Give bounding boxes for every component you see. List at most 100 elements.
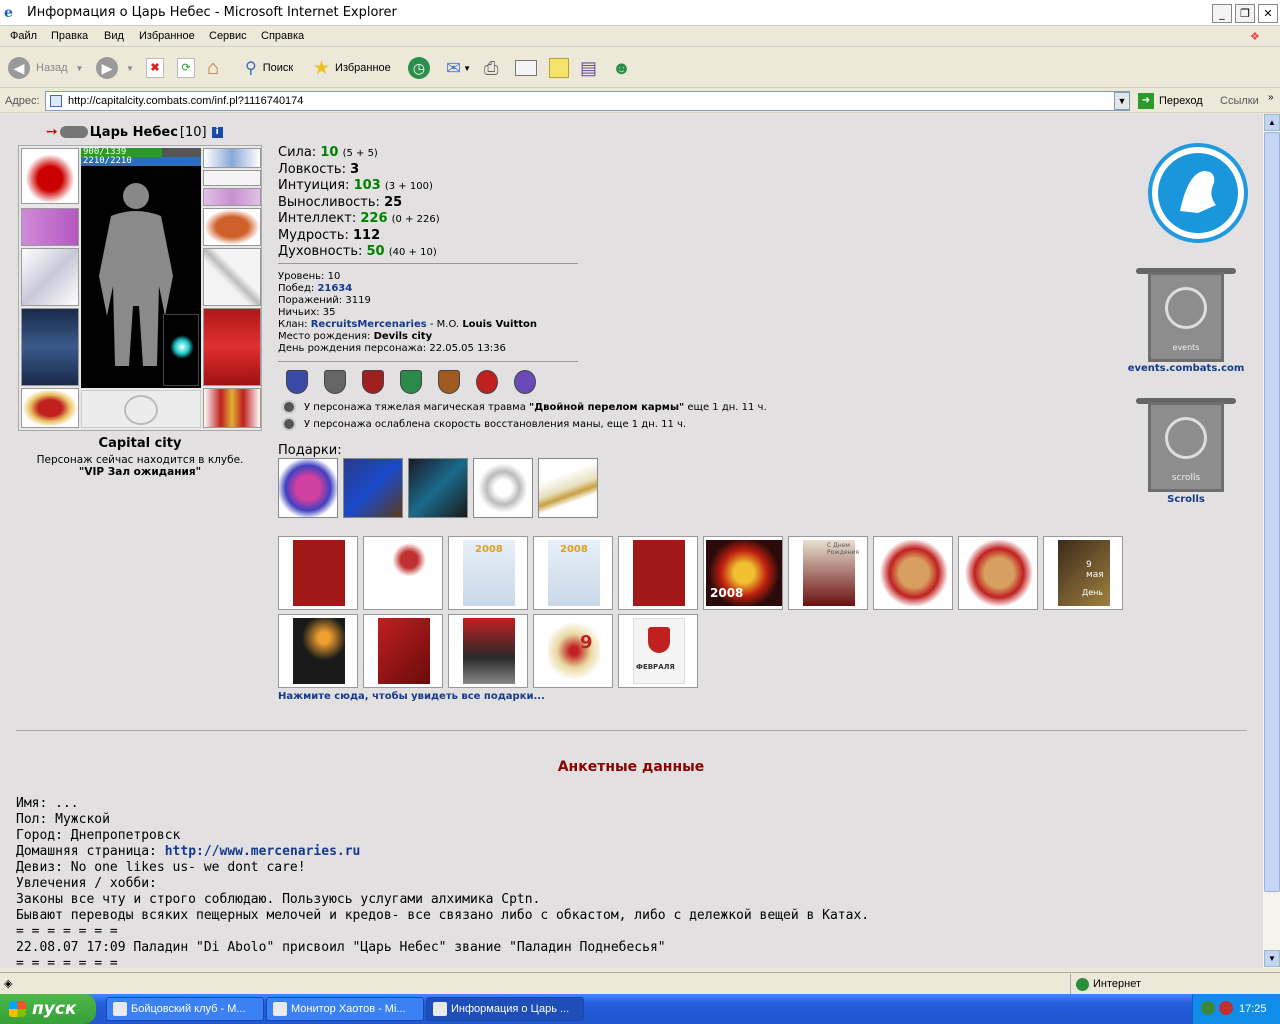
refresh-button[interactable]: ⟳ (177, 56, 195, 80)
card[interactable] (278, 614, 358, 688)
close-button[interactable]: ✕ (1258, 4, 1278, 23)
home-button[interactable]: ⌂ (207, 56, 219, 80)
card[interactable]: 9 мая День (1043, 536, 1123, 610)
menu-help[interactable]: Справка (261, 30, 304, 42)
card[interactable] (278, 536, 358, 610)
card[interactable] (363, 614, 443, 688)
belt-slot[interactable] (21, 388, 79, 428)
address-dropdown-icon[interactable]: ▼ (1114, 92, 1130, 110)
city-name: Capital city (98, 436, 182, 451)
weapon-left-slot[interactable] (21, 248, 79, 306)
mail-button[interactable]: ✉ ▼ (446, 56, 471, 80)
start-button[interactable]: пуск (0, 994, 96, 1024)
messenger-button[interactable]: ☻ (612, 56, 631, 80)
tray-icon[interactable] (1219, 1001, 1233, 1015)
armor-slot[interactable] (21, 308, 79, 386)
card[interactable]: 2008 (703, 536, 783, 610)
tray-icon[interactable] (1201, 1001, 1215, 1015)
forward-dropdown-icon[interactable]: ▼ (126, 64, 134, 73)
history-button[interactable]: ◷ (408, 56, 430, 80)
vertical-scrollbar[interactable]: ▲ ▼ (1262, 114, 1280, 968)
badge-icon[interactable] (400, 370, 422, 394)
events-link[interactable]: events.combats.com (1116, 363, 1256, 374)
rings-slot[interactable] (21, 208, 79, 246)
links-button[interactable]: Ссылки (1220, 95, 1259, 107)
go-button[interactable]: ➜ Переход (1138, 93, 1203, 109)
see-all-gifts-link[interactable]: Нажмите сюда, чтобы увидеть все подарки.… (278, 691, 545, 702)
menu-tools[interactable]: Сервис (209, 30, 247, 42)
back-arrow-icon: ◀ (8, 57, 30, 79)
status-bar: ◈ Интернет (0, 972, 1280, 994)
gift-tube[interactable] (538, 458, 598, 518)
search-button[interactable]: ⚲ Поиск (245, 56, 293, 80)
back-button[interactable]: ◀ Назад ▼ (8, 56, 83, 80)
boots-slot[interactable] (203, 388, 261, 428)
maximize-button[interactable]: ❐ (1235, 4, 1255, 23)
address-input[interactable]: http://capitalcity.combats.com/inf.pl?11… (45, 91, 1130, 111)
card[interactable]: С Днем Рождения (788, 536, 868, 610)
gifts-label: Подарки: (278, 443, 342, 458)
homepage-link[interactable]: http://www.mercenaries.ru (165, 844, 361, 859)
scrolls-banner[interactable]: scrolls (1136, 398, 1236, 496)
discuss-button[interactable] (549, 56, 569, 80)
stat-label: Духовность: (278, 244, 363, 259)
badge-icon[interactable] (324, 370, 346, 394)
menu-file[interactable]: Файл (10, 30, 37, 42)
trauma-icon[interactable] (282, 417, 296, 431)
badge-icon[interactable] (476, 370, 498, 394)
stop-button[interactable]: ✖ (146, 56, 164, 80)
events-banner[interactable]: events (1136, 268, 1236, 366)
card[interactable]: 2008 (533, 536, 613, 610)
minimize-button[interactable]: _ (1212, 4, 1232, 23)
badge-icon[interactable] (362, 370, 384, 394)
gift-book-blue[interactable] (343, 458, 403, 518)
orb-slot[interactable] (163, 314, 199, 386)
favorites-button[interactable]: ★ Избранное (313, 56, 391, 80)
info-icon[interactable]: i (211, 126, 223, 138)
badge-icon[interactable] (286, 370, 308, 394)
edit-button[interactable] (515, 56, 537, 80)
scroll-down-icon[interactable]: ▼ (1264, 950, 1280, 967)
back-dropdown-icon[interactable]: ▼ (76, 64, 84, 73)
card[interactable] (363, 536, 443, 610)
taskbar-item[interactable]: Монитор Хаотов - Mi... (266, 997, 424, 1021)
menu-view[interactable]: Вид (104, 30, 124, 42)
menu-favorites[interactable]: Избранное (139, 30, 195, 42)
scroll-thumb[interactable] (1264, 132, 1280, 892)
forward-button[interactable]: ▶ ▼ (96, 56, 134, 80)
scroll-up-icon[interactable]: ▲ (1264, 114, 1280, 131)
gift-book-dark[interactable] (408, 458, 468, 518)
helmet-slot[interactable] (21, 148, 79, 204)
card[interactable] (958, 536, 1038, 610)
aquarius-logo[interactable] (1148, 143, 1248, 243)
arrow-icon[interactable]: ➙ (46, 124, 58, 140)
trauma-icon[interactable] (282, 400, 296, 414)
earrings-slot[interactable] (203, 188, 261, 206)
necklace-slot[interactable] (203, 170, 261, 186)
wins-link[interactable]: 21634 (317, 283, 352, 294)
card[interactable]: 9 (533, 614, 613, 688)
scrolls-link[interactable]: Scrolls (1116, 494, 1256, 505)
badge-icon[interactable] (514, 370, 536, 394)
print-button[interactable]: ⎙ (484, 56, 498, 80)
gift-jester[interactable] (278, 458, 338, 518)
gloves-slot[interactable] (203, 208, 261, 246)
research-button[interactable]: ▤ (580, 56, 597, 80)
weapon-right-slot[interactable] (203, 248, 261, 306)
chevron-right-icon[interactable]: » (1268, 92, 1274, 103)
stat-value: 3 (350, 162, 360, 177)
taskbar-item-active[interactable]: Информация о Царь ... (426, 997, 584, 1021)
fist-emblem-slot (81, 390, 201, 428)
card[interactable] (618, 536, 698, 610)
card[interactable] (448, 614, 528, 688)
badge-icon[interactable] (438, 370, 460, 394)
card[interactable]: 2008 (448, 536, 528, 610)
gift-snowflake[interactable] (473, 458, 533, 518)
card[interactable] (873, 536, 953, 610)
clan-link[interactable]: RecruitsMercenaries (311, 319, 427, 330)
amulet-slot[interactable] (203, 148, 261, 168)
card[interactable]: ФЕВРАЛЯ (618, 614, 698, 688)
menu-edit[interactable]: Правка (51, 30, 88, 42)
legs-slot[interactable] (203, 308, 261, 386)
taskbar-item[interactable]: Бойцовский клуб - М... (106, 997, 264, 1021)
